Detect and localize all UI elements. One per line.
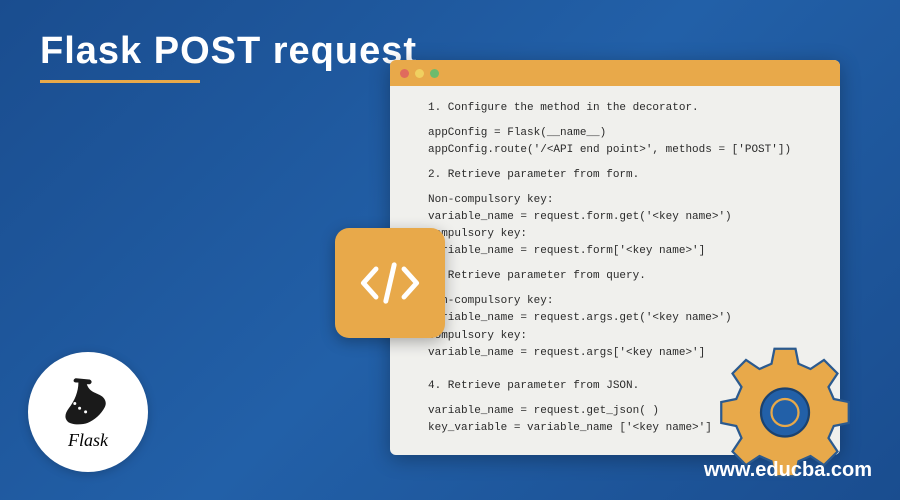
- code-line: variable_name = request.form['<key name>…: [428, 243, 822, 260]
- title-underline: [40, 80, 200, 83]
- code-line: variable_name = request.form.get('<key n…: [428, 209, 822, 226]
- flask-logo-icon: [58, 373, 118, 428]
- code-line: variable_name = request.args.get('<key n…: [428, 310, 822, 327]
- gear-icon: [710, 330, 860, 480]
- flask-logo-badge: Flask: [28, 352, 148, 472]
- window-dot-green: [430, 69, 439, 78]
- code-line: appConfig.route('/<API end point>', meth…: [428, 142, 822, 159]
- code-tag-icon: [335, 228, 445, 338]
- code-section-3-title: 3. Retrieve parameter from query.: [428, 268, 822, 285]
- website-url: www.educba.com: [704, 459, 872, 482]
- code-line: Non-compulsory key:: [428, 192, 822, 209]
- code-section-1-title: 1. Configure the method in the decorator…: [428, 100, 822, 117]
- page-title: Flask POST request: [40, 30, 417, 73]
- window-dot-red: [400, 69, 409, 78]
- code-line: Compulsory key:: [428, 226, 822, 243]
- code-section-2-title: 2. Retrieve parameter from form.: [428, 167, 822, 184]
- flask-logo-label: Flask: [68, 430, 108, 451]
- code-line: appConfig = Flask(__name__): [428, 125, 822, 142]
- window-dot-yellow: [415, 69, 424, 78]
- code-line: Non-compulsory key:: [428, 293, 822, 310]
- window-title-bar: [390, 60, 840, 86]
